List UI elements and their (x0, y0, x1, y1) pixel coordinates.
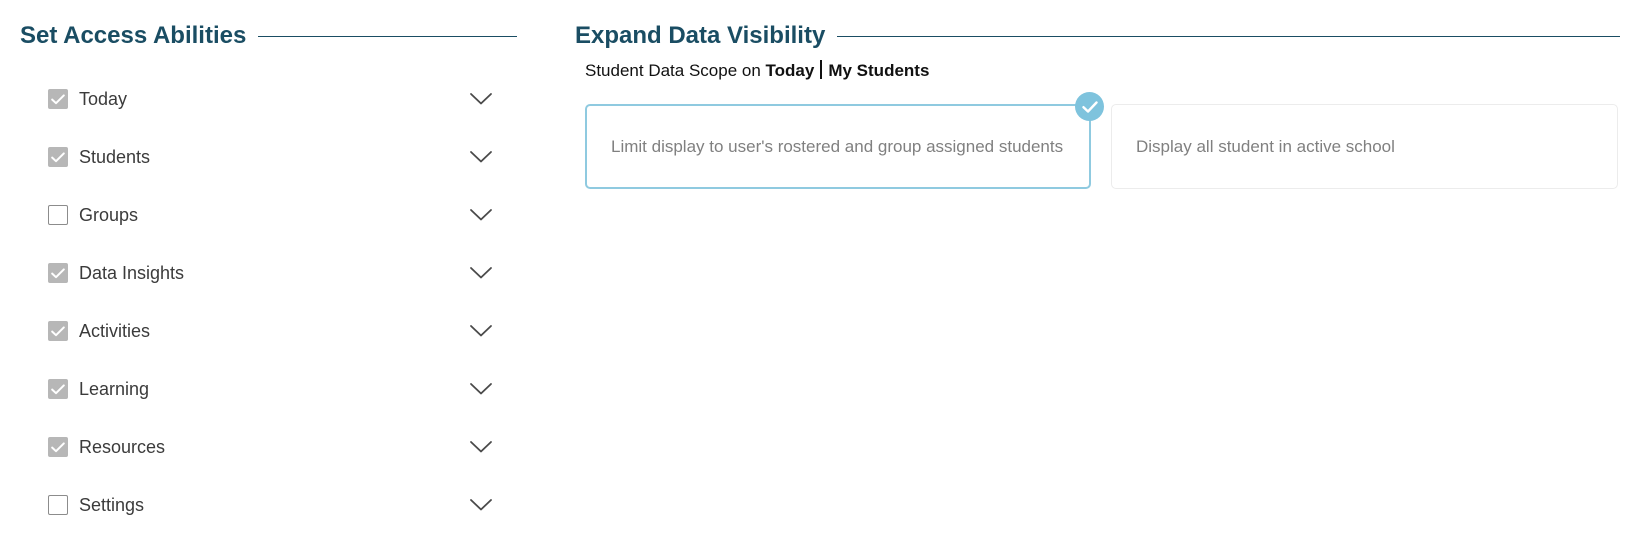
checkmark-icon (51, 441, 65, 452)
option-display-all-students[interactable]: Display all student in active school (1111, 104, 1618, 189)
access-item-label: Settings (79, 494, 145, 515)
expand-data-visibility-heading: Expand Data Visibility (575, 18, 1620, 54)
option-label: Display all student in active school (1136, 137, 1395, 156)
chevron-down-icon[interactable] (469, 266, 493, 280)
chevron-down-icon[interactable] (469, 324, 493, 338)
option-label: Limit display to user's rostered and gro… (611, 137, 1064, 156)
checkbox[interactable] (48, 147, 68, 167)
checkmark-icon (51, 325, 65, 336)
access-item-label: Activities (79, 320, 151, 341)
scope-value: My Students (828, 61, 930, 80)
check-circle-icon (1075, 92, 1104, 121)
checkmark-icon (51, 93, 65, 104)
access-abilities-list: Today Students Groups Data Insights Acti… (48, 70, 492, 534)
access-item-label: Learning (79, 378, 150, 399)
scope-prefix: Student Data Scope on (585, 61, 761, 80)
heading-divider (837, 35, 1620, 37)
checkmark-icon (51, 151, 65, 162)
access-item-groups[interactable]: Groups (48, 186, 492, 244)
access-item-today[interactable]: Today (48, 70, 492, 128)
access-item-resources[interactable]: Resources (48, 418, 492, 476)
chevron-down-icon[interactable] (469, 382, 493, 396)
chevron-down-icon[interactable] (469, 208, 493, 222)
access-item-label: Today (79, 88, 128, 109)
scope-section: Today (765, 61, 815, 80)
access-item-activities[interactable]: Activities (48, 302, 492, 360)
checkbox[interactable] (48, 495, 68, 515)
checkmark-icon (51, 267, 65, 278)
set-access-abilities-heading: Set Access Abilities (20, 18, 517, 54)
chevron-down-icon[interactable] (469, 92, 493, 106)
checkmark-icon (51, 383, 65, 394)
checkbox[interactable] (48, 263, 68, 283)
checkbox[interactable] (48, 205, 68, 225)
access-item-settings[interactable]: Settings (48, 476, 492, 534)
access-item-label: Resources (79, 436, 166, 457)
heading-divider (258, 35, 517, 37)
access-item-label: Groups (79, 204, 139, 225)
checkbox[interactable] (48, 321, 68, 341)
scope-separator (820, 60, 823, 79)
access-item-learning[interactable]: Learning (48, 360, 492, 418)
chevron-down-icon[interactable] (469, 440, 493, 454)
checkbox[interactable] (48, 379, 68, 399)
expand-data-visibility-title: Expand Data Visibility (575, 22, 826, 49)
access-item-data-insights[interactable]: Data Insights (48, 244, 492, 302)
chevron-down-icon[interactable] (469, 498, 493, 512)
checkbox[interactable] (48, 89, 68, 109)
option-limit-rostered[interactable]: Limit display to user's rostered and gro… (585, 104, 1091, 189)
access-item-label: Students (79, 146, 151, 167)
data-scope-line: Student Data Scope on Today My Students (585, 60, 929, 81)
chevron-down-icon[interactable] (469, 150, 493, 164)
access-item-label: Data Insights (79, 262, 185, 283)
checkbox[interactable] (48, 437, 68, 457)
access-item-students[interactable]: Students (48, 128, 492, 186)
set-access-abilities-title: Set Access Abilities (20, 22, 247, 49)
